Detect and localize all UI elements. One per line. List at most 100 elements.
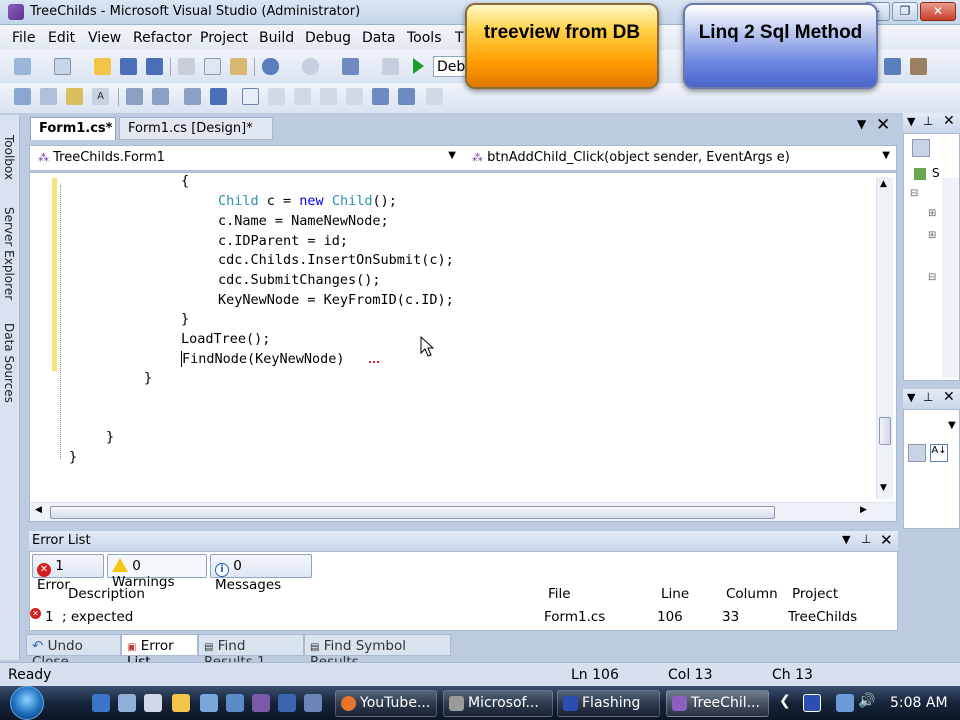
network-icon[interactable] bbox=[836, 694, 854, 712]
chevron-down-icon[interactable]: ▼ bbox=[907, 115, 915, 128]
pin-icon[interactable]: ⊥ bbox=[923, 390, 933, 404]
redo-icon[interactable] bbox=[302, 58, 319, 75]
data-sources-tab[interactable]: Data Sources bbox=[2, 323, 16, 403]
menu-data[interactable]: Data bbox=[362, 30, 395, 46]
taskbar-item-treechilds[interactable]: TreeChil... bbox=[666, 690, 769, 717]
toolbar-icon-3[interactable] bbox=[66, 88, 83, 105]
properties-icon[interactable] bbox=[910, 58, 927, 75]
menu-debug[interactable]: Debug bbox=[305, 30, 351, 46]
menu-refactor[interactable]: Refactor bbox=[133, 30, 192, 46]
tray-icon[interactable] bbox=[803, 694, 821, 712]
tree-expander[interactable]: ⊟ bbox=[928, 272, 936, 283]
quicklaunch-icon[interactable] bbox=[278, 694, 296, 712]
copy-icon[interactable] bbox=[204, 58, 221, 75]
column-description[interactable]: Description bbox=[68, 586, 145, 602]
menu-view[interactable]: View bbox=[88, 30, 121, 46]
quicklaunch-icon[interactable] bbox=[144, 694, 162, 712]
menu-truncated[interactable]: T bbox=[455, 30, 464, 46]
panel-scrollbar[interactable] bbox=[942, 178, 959, 378]
show-desktop-icon[interactable] bbox=[92, 694, 110, 712]
save-icon[interactable] bbox=[120, 58, 137, 75]
comment-icon[interactable] bbox=[184, 88, 201, 105]
properties-toolbar-icon[interactable] bbox=[912, 139, 930, 157]
toolbar-icon-2[interactable] bbox=[40, 88, 57, 105]
explorer-icon[interactable] bbox=[172, 694, 190, 712]
tab-find-results-1[interactable]: ▤ Find Results 1 bbox=[198, 634, 304, 670]
code-editor[interactable]: { Child c = new Child(); c.Name = NameNe… bbox=[29, 172, 897, 522]
font-size-icon[interactable]: A bbox=[92, 88, 109, 105]
taskbar-item-youtube[interactable]: YouTube... bbox=[335, 690, 437, 717]
chevron-down-icon[interactable]: ▼ bbox=[907, 391, 915, 404]
prev-folder-bookmark-icon[interactable] bbox=[320, 88, 337, 105]
close-icon[interactable]: ✕ bbox=[943, 389, 955, 405]
tab-error-list[interactable]: ▣ Error List bbox=[121, 634, 198, 670]
menu-file[interactable]: File bbox=[12, 30, 35, 46]
horizontal-scrollbar[interactable]: ◀ ▶ bbox=[30, 502, 896, 521]
open-folder-icon[interactable] bbox=[94, 58, 111, 75]
toolbar-icon-1[interactable] bbox=[14, 88, 31, 105]
quicklaunch-icon[interactable] bbox=[226, 694, 244, 712]
save-all-icon[interactable] bbox=[146, 58, 163, 75]
close-button[interactable]: ✕ bbox=[920, 2, 956, 21]
type-combo[interactable]: ⁂ TreeChilds.Form1 ▼ bbox=[32, 148, 460, 169]
undo-icon[interactable] bbox=[262, 58, 279, 75]
close-icon[interactable]: ✕ bbox=[880, 531, 893, 549]
column-project[interactable]: Project bbox=[792, 586, 838, 602]
vertical-scrollbar[interactable]: ▲ ▼ bbox=[876, 177, 893, 499]
tray-expand-icon[interactable]: ❮ bbox=[779, 693, 791, 709]
menu-project[interactable]: Project bbox=[200, 30, 248, 46]
taskbar-item-flashing[interactable]: Flashing bbox=[557, 690, 660, 717]
taskbar-item-microsoft[interactable]: Microsof... bbox=[443, 690, 553, 717]
navigate-forward-icon[interactable] bbox=[382, 58, 399, 75]
active-files-dropdown-icon[interactable]: ▼ bbox=[857, 117, 866, 131]
warnings-filter-button[interactable]: 0 Warnings bbox=[107, 554, 207, 590]
tab-form1-cs[interactable]: Form1.cs* bbox=[30, 117, 116, 140]
column-file[interactable]: File bbox=[548, 586, 571, 602]
next-folder-bookmark-icon[interactable] bbox=[346, 88, 363, 105]
bookmark-icon[interactable] bbox=[242, 88, 259, 105]
scroll-up-icon[interactable]: ▲ bbox=[880, 179, 887, 189]
next-bookmark-doc-icon[interactable] bbox=[398, 88, 415, 105]
horizontal-scroll-thumb[interactable] bbox=[50, 506, 775, 519]
server-explorer-tab[interactable]: Server Explorer bbox=[2, 207, 16, 300]
clear-bookmarks-icon[interactable] bbox=[426, 88, 443, 105]
tree-expander[interactable]: ⊟ bbox=[910, 188, 918, 199]
restore-button[interactable]: ❐ bbox=[892, 2, 918, 21]
alphabetical-icon[interactable]: A↓ bbox=[930, 444, 948, 462]
start-debugging-icon[interactable] bbox=[413, 58, 424, 74]
start-button[interactable] bbox=[10, 686, 44, 720]
categorized-icon[interactable] bbox=[908, 444, 926, 462]
table-row[interactable]: ✕ 1 ; expected Form1.cs 106 33 TreeChild… bbox=[30, 606, 897, 628]
find-icon[interactable] bbox=[884, 58, 901, 75]
tab-find-symbol-results[interactable]: ▤ Find Symbol Results bbox=[304, 634, 451, 670]
chevron-down-icon[interactable]: ▼ bbox=[948, 420, 956, 431]
navigate-icon[interactable] bbox=[342, 58, 359, 75]
pin-icon[interactable]: ⊥ bbox=[861, 532, 871, 546]
close-document-icon[interactable]: ✕ bbox=[876, 115, 890, 135]
indent-icon[interactable] bbox=[152, 88, 169, 105]
tree-expander[interactable]: ⊞ bbox=[928, 230, 936, 241]
tab-undo-close[interactable]: ↶ Undo Close bbox=[26, 634, 121, 670]
member-combo[interactable]: ⁂ btnAddChild_Click(object sender, Event… bbox=[466, 148, 894, 169]
vertical-scroll-thumb[interactable] bbox=[879, 417, 891, 445]
errors-filter-button[interactable]: ✕ 1 Error bbox=[32, 554, 104, 593]
toolbox-tab[interactable]: Toolbox bbox=[2, 135, 16, 180]
outdent-icon[interactable] bbox=[126, 88, 143, 105]
cut-icon[interactable] bbox=[178, 58, 195, 75]
quicklaunch-icon[interactable] bbox=[304, 694, 322, 712]
quicklaunch-icon[interactable] bbox=[118, 694, 136, 712]
pin-icon[interactable]: ⊥ bbox=[923, 114, 933, 128]
quicklaunch-icon[interactable] bbox=[200, 694, 218, 712]
volume-icon[interactable]: 🔊 bbox=[858, 693, 875, 709]
taskbar-clock[interactable]: 5:08 AM bbox=[890, 695, 948, 711]
new-project-icon[interactable] bbox=[14, 58, 31, 75]
add-item-icon[interactable] bbox=[54, 58, 71, 75]
column-line[interactable]: Line bbox=[661, 586, 689, 602]
prev-bookmark-icon[interactable] bbox=[268, 88, 285, 105]
scroll-left-icon[interactable]: ◀ bbox=[35, 505, 42, 515]
solution-config-combo[interactable]: Deb bbox=[433, 56, 468, 77]
menu-edit[interactable]: Edit bbox=[48, 30, 75, 46]
prev-bookmark-doc-icon[interactable] bbox=[372, 88, 389, 105]
scroll-right-icon[interactable]: ▶ bbox=[860, 505, 867, 515]
tab-form1-design[interactable]: Form1.cs [Design]* bbox=[119, 117, 273, 140]
